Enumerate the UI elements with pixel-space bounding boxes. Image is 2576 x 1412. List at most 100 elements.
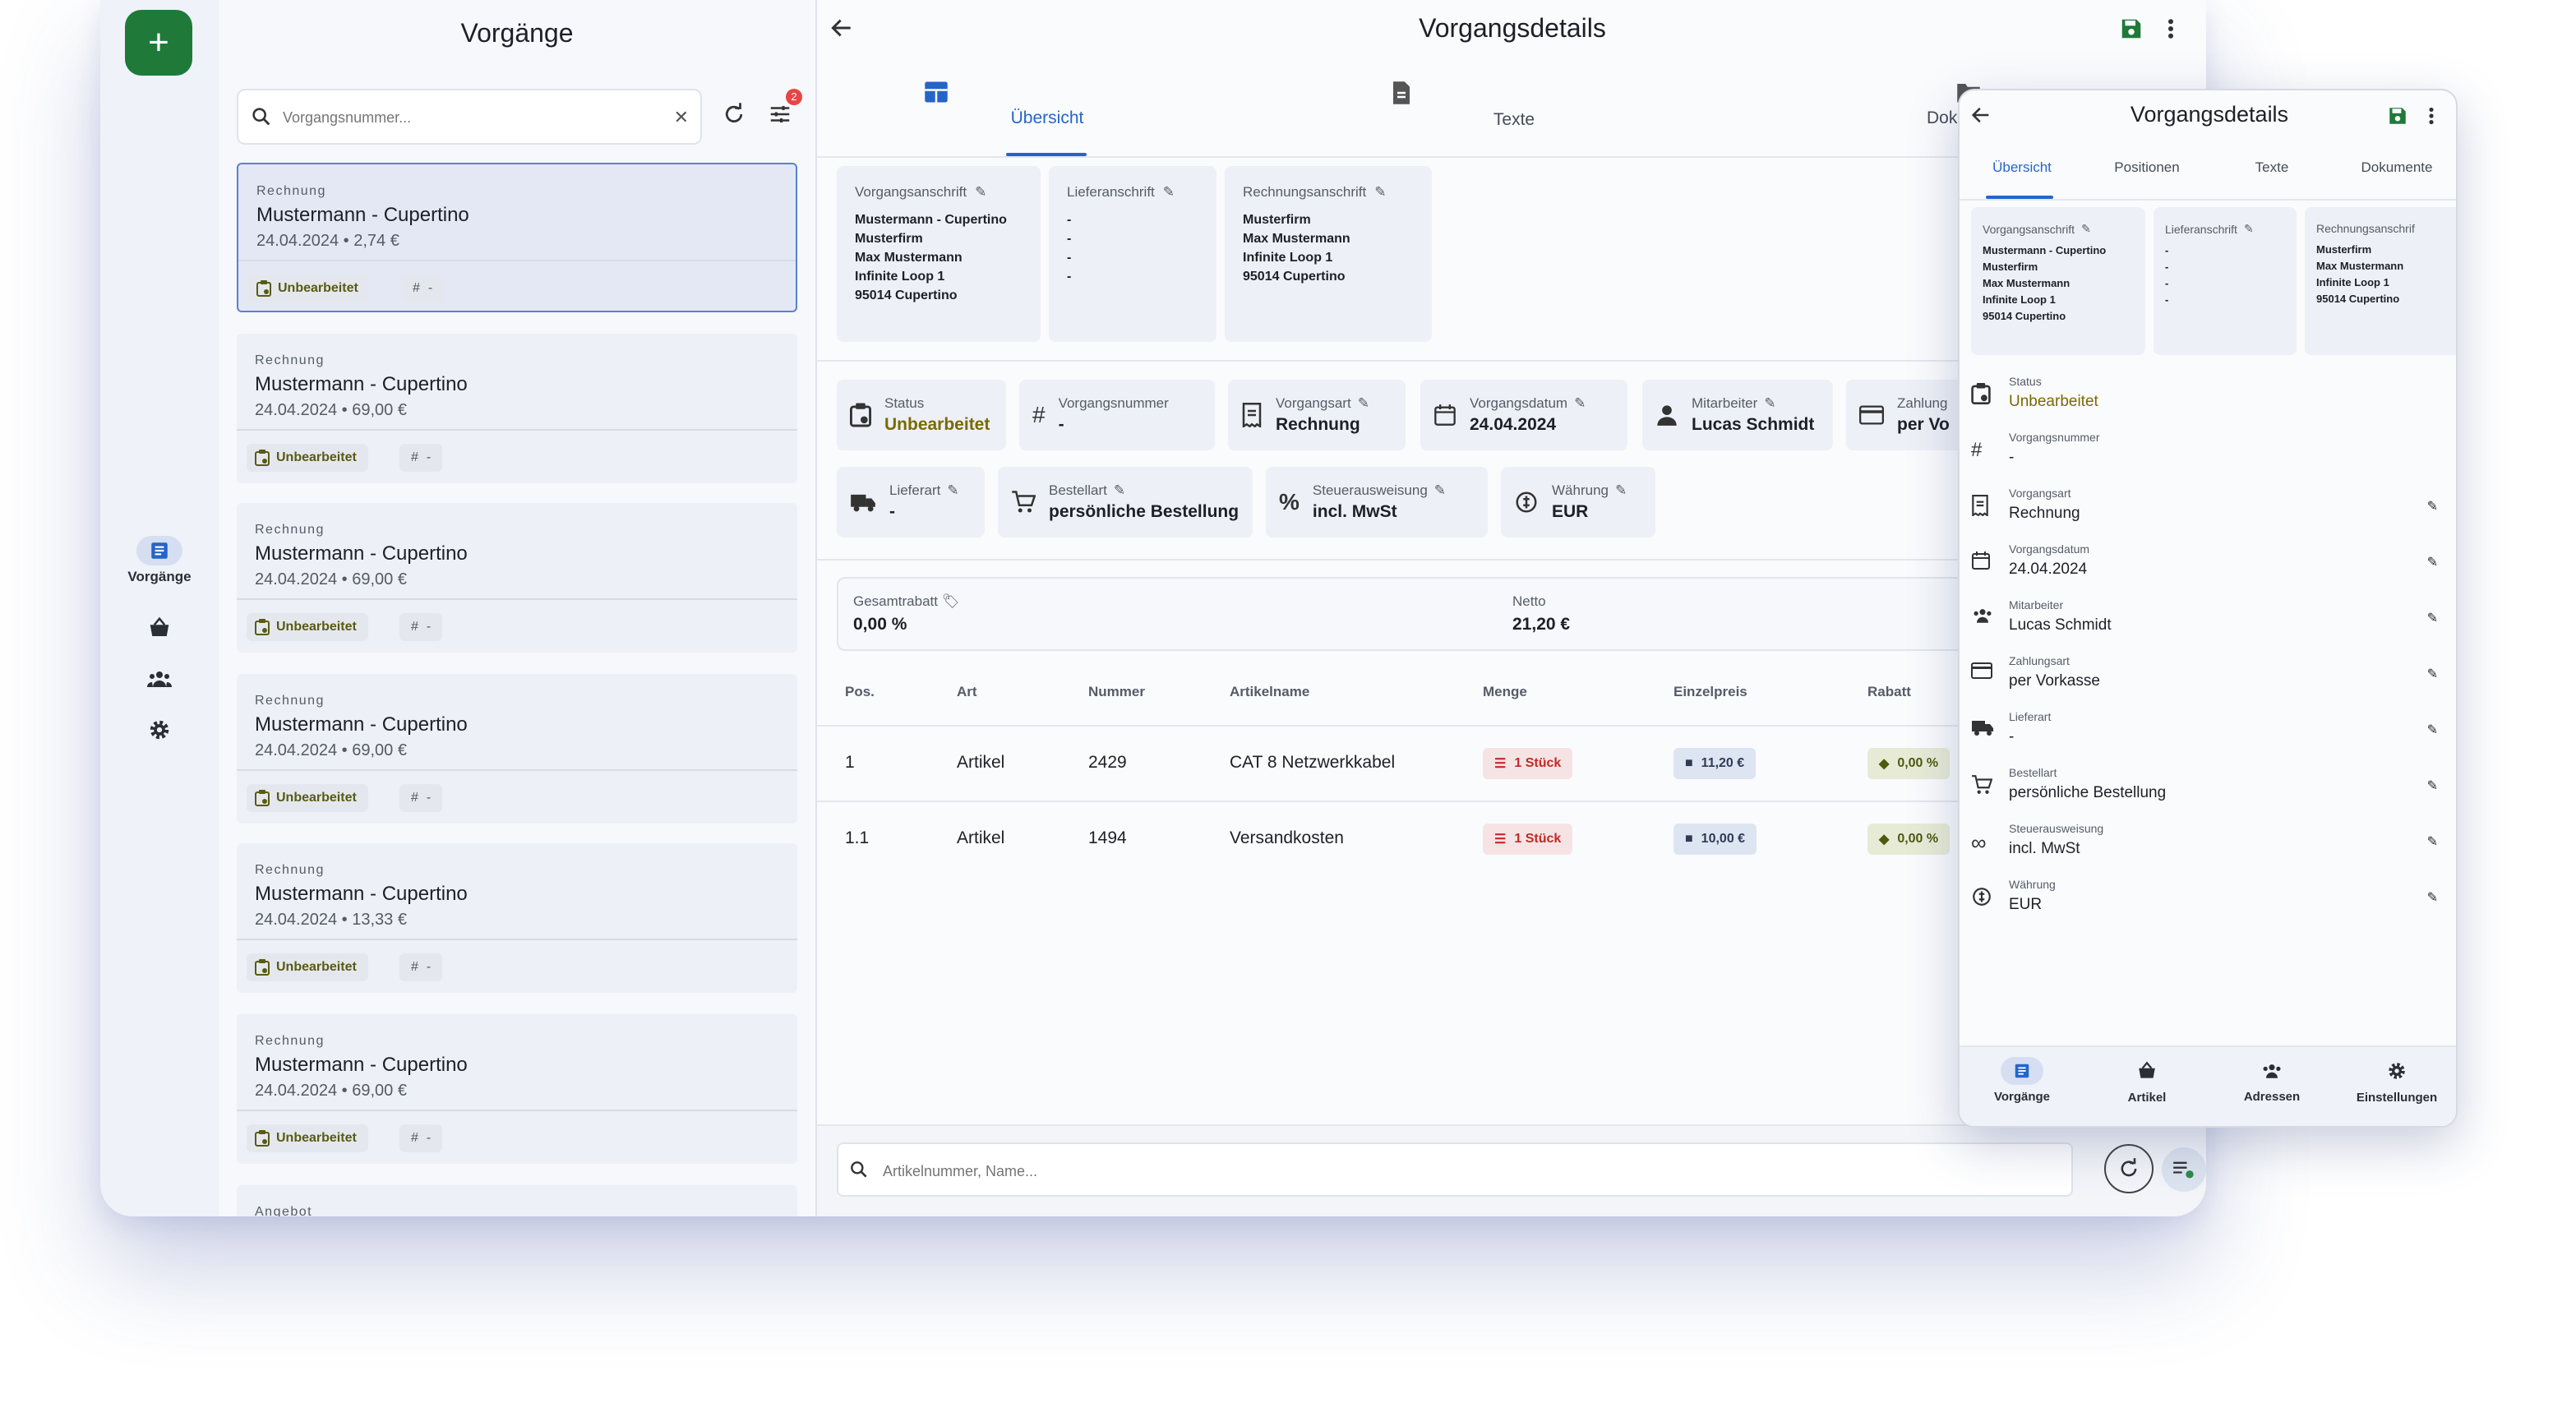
tab-uebersicht[interactable]: Übersicht bbox=[1960, 159, 2084, 176]
column-header-rabatt[interactable]: Rabatt bbox=[1867, 684, 1911, 700]
chip-vorgangsdatum[interactable]: Vorgangsdatum ✎ 24.04.2024 bbox=[1420, 380, 1627, 450]
search-input[interactable] bbox=[283, 105, 661, 130]
detail-row-vorgangsdatum[interactable]: Vorgangsdatum 24.04.2024 ✎ bbox=[1960, 536, 2456, 592]
status-badge: Unbearbeitet bbox=[247, 953, 368, 981]
edit-icon: ✎ bbox=[2426, 779, 2438, 793]
list-item[interactable]: Rechnung Mustermann - Cupertino 24.04.20… bbox=[237, 334, 797, 483]
detail-row-zahlungsart[interactable]: Zahlungsart per Vorkasse ✎ bbox=[1960, 648, 2456, 704]
column-header-einzelpreis[interactable]: Einzelpreis bbox=[1673, 684, 1747, 700]
price-chip[interactable]: ■ 10,00 € bbox=[1673, 824, 1757, 855]
hash-icon: # bbox=[413, 281, 420, 295]
clipboard-icon bbox=[256, 280, 271, 297]
detail-row-bestellart[interactable]: Bestellart persönliche Bestellung ✎ bbox=[1960, 759, 2456, 815]
list-item[interactable]: Rechnung Mustermann - Cupertino 24.04.20… bbox=[237, 503, 797, 653]
card-divider bbox=[237, 1110, 797, 1111]
discount-chip[interactable]: ◆ 0,00 % bbox=[1867, 748, 1950, 779]
save-icon[interactable] bbox=[2387, 105, 2408, 127]
column-header-menge[interactable]: Menge bbox=[1483, 684, 1527, 700]
nav-item-adressen[interactable]: Adressen bbox=[2209, 1057, 2334, 1104]
search-box[interactable]: ✕ bbox=[237, 89, 702, 145]
chip-status[interactable]: Status Unbearbeitet bbox=[837, 380, 1006, 450]
chip-steuerausweisung[interactable]: % Steuerausweisung ✎ incl. MwSt bbox=[1266, 467, 1488, 538]
column-header-artikelname[interactable]: Artikelname bbox=[1230, 684, 1309, 700]
quantity-chip[interactable]: ☰ 1 Stück bbox=[1483, 748, 1573, 779]
cell-nummer: 1494 bbox=[1088, 828, 1127, 847]
rail-item-artikel[interactable] bbox=[100, 613, 219, 644]
rail-item-vorgaenge[interactable]: Vorgänge bbox=[100, 536, 219, 585]
tab-dokumente[interactable]: Dokumente bbox=[2334, 159, 2456, 176]
calendar-icon bbox=[1971, 551, 1991, 570]
column-header-pos[interactable]: Pos. bbox=[845, 684, 875, 700]
more-vert-icon[interactable] bbox=[2428, 105, 2435, 127]
list-item[interactable]: Rechnung Mustermann - Cupertino 24.04.20… bbox=[237, 674, 797, 824]
playlist-add-icon[interactable] bbox=[2162, 1147, 2206, 1192]
edit-icon: ✎ bbox=[1433, 482, 1447, 498]
save-icon[interactable] bbox=[2119, 16, 2144, 41]
refresh-icon[interactable] bbox=[722, 102, 746, 127]
detail-row-steuerausweisung[interactable]: ∞ Steuerausweisung incl. MwSt ✎ bbox=[1960, 815, 2456, 871]
tab-positionen[interactable]: Positionen bbox=[2084, 159, 2209, 176]
tab-texte[interactable]: Texte bbox=[1391, 81, 1637, 130]
edit-icon: ✎ bbox=[1764, 395, 1776, 411]
article-search-bar bbox=[817, 1124, 2206, 1216]
column-header-nummer[interactable]: Nummer bbox=[1088, 684, 1145, 700]
address-card-vorgang[interactable]: Vorgangsanschrift ✎ Mustermann - Cupertin… bbox=[1971, 207, 2145, 355]
list-numbered-icon: ☰ bbox=[1494, 833, 1507, 847]
currency-icon bbox=[1516, 491, 1537, 513]
add-button[interactable]: + bbox=[125, 10, 192, 76]
detail-row-vorgangsnummer[interactable]: # Vorgangsnummer - bbox=[1960, 424, 2456, 480]
edit-icon: ✎ bbox=[947, 482, 959, 498]
clear-icon[interactable]: ✕ bbox=[674, 107, 689, 128]
nav-item-vorgaenge[interactable]: Vorgänge bbox=[1960, 1057, 2084, 1104]
vorgang-name: Mustermann - Cupertino bbox=[255, 713, 468, 736]
edit-icon: ✎ bbox=[2426, 556, 2438, 570]
number-badge: # - bbox=[399, 444, 443, 472]
rail-item-adressen[interactable] bbox=[100, 664, 219, 694]
column-header-art[interactable]: Art bbox=[957, 684, 977, 700]
detail-row-status[interactable]: Status Unbearbeitet bbox=[1960, 368, 2456, 424]
price-chip[interactable]: ■ 11,20 € bbox=[1673, 748, 1757, 779]
address-card-liefer[interactable]: Lieferanschrift ✎ - - - - bbox=[1049, 166, 1216, 342]
list-item[interactable]: Rechnung Mustermann - Cupertino 24.04.20… bbox=[237, 843, 797, 993]
tab-label: Texte bbox=[1493, 110, 1535, 129]
clipboard-icon bbox=[255, 790, 270, 806]
rail-item-einstellungen[interactable] bbox=[100, 715, 219, 746]
detail-row-vorgangsart[interactable]: Vorgangsart Rechnung ✎ bbox=[1960, 480, 2456, 536]
detail-row-waehrung[interactable]: Währung EUR ✎ bbox=[1960, 871, 2456, 927]
chip-mitarbeiter[interactable]: Mitarbeiter ✎ Lucas Schmidt bbox=[1642, 380, 1833, 450]
list-item[interactable]: Rechnung Mustermann - Cupertino 24.04.20… bbox=[237, 1014, 797, 1164]
chip-vorgangsart[interactable]: Vorgangsart ✎ Rechnung bbox=[1228, 380, 1406, 450]
tab-uebersicht[interactable]: Übersicht bbox=[924, 81, 1170, 128]
clipboard-icon bbox=[255, 619, 270, 635]
address-card-liefer[interactable]: Lieferanschrift ✎ - - - - bbox=[2154, 207, 2297, 355]
chip-lieferart[interactable]: Lieferart ✎ - bbox=[837, 467, 985, 538]
card-icon bbox=[1971, 662, 1992, 679]
list-item[interactable]: Rechnung Mustermann - Cupertino 24.04.20… bbox=[237, 163, 797, 312]
filter-icon[interactable] bbox=[768, 102, 792, 127]
refresh-icon[interactable] bbox=[2104, 1144, 2154, 1193]
list-item[interactable]: Angebot bbox=[237, 1185, 797, 1216]
more-vert-icon[interactable] bbox=[2167, 16, 2175, 41]
address-card-vorgang[interactable]: Vorgangsanschrift ✎ Mustermann - Cupertin… bbox=[837, 166, 1041, 342]
chip-waehrung[interactable]: Währung ✎ EUR bbox=[1501, 467, 1655, 538]
chip-vorgangsnummer[interactable]: # Vorgangsnummer - bbox=[1019, 380, 1215, 450]
card-divider bbox=[237, 598, 797, 600]
vorgang-name: Mustermann - Cupertino bbox=[255, 1054, 468, 1076]
number-badge: # - bbox=[401, 275, 445, 302]
article-search-input[interactable] bbox=[883, 1159, 1951, 1184]
quantity-chip[interactable]: ☰ 1 Stück bbox=[1483, 824, 1573, 855]
clipboard-icon bbox=[255, 450, 270, 466]
detail-row-lieferart[interactable]: Lieferart - ✎ bbox=[1960, 704, 2456, 759]
article-search-box[interactable] bbox=[837, 1142, 2073, 1197]
address-card-rechnung[interactable]: Rechnungsanschrift ✎ Musterfirm Max Muste… bbox=[1225, 166, 1432, 342]
address-card-rechnung[interactable]: Rechnungsanschrif Musterfirm Max Musterm… bbox=[2305, 207, 2456, 355]
nav-item-einstellungen[interactable]: Einstellungen bbox=[2334, 1057, 2456, 1105]
chip-bestellart[interactable]: Bestellart ✎ persönliche Bestellung bbox=[998, 467, 1253, 538]
tab-texte[interactable]: Texte bbox=[2209, 159, 2334, 176]
nav-item-artikel[interactable]: Artikel bbox=[2084, 1057, 2209, 1105]
edit-icon: ✎ bbox=[2243, 222, 2254, 235]
detail-row-mitarbeiter[interactable]: Mitarbeiter Lucas Schmidt ✎ bbox=[1960, 592, 2456, 648]
edit-icon: ✎ bbox=[1574, 395, 1586, 411]
discount-chip[interactable]: ◆ 0,00 % bbox=[1867, 824, 1950, 855]
card-divider bbox=[237, 769, 797, 771]
